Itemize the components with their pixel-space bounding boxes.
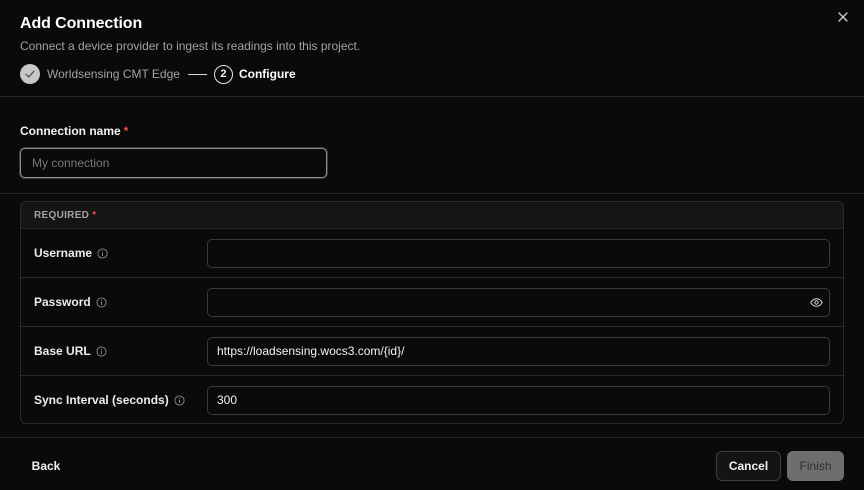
close-button[interactable] [834, 8, 852, 26]
add-connection-dialog: Add Connection Connect a device provider… [0, 0, 864, 490]
required-fields-panel: REQUIRED * Username Password Base URL ht… [20, 201, 844, 424]
connection-name-label-text: Connection name [20, 124, 121, 138]
step-connector [187, 73, 207, 75]
password-input[interactable] [207, 287, 830, 317]
info-icon[interactable] [97, 247, 108, 259]
step-1-indicator [20, 64, 40, 84]
eye-icon [809, 297, 823, 307]
username-row: Username [21, 229, 843, 278]
connection-name-label: Connection name * [20, 124, 128, 138]
step-2-indicator: 2 [213, 64, 233, 84]
step-1-label: Worldsensing CMT Edge [47, 67, 180, 81]
required-section-header: REQUIRED * [21, 202, 843, 229]
header-divider [0, 96, 864, 97]
base-url-input[interactable] [207, 336, 830, 366]
step-2-label: Configure [238, 67, 296, 81]
sync-interval-input[interactable] [207, 385, 830, 415]
base-url-label: Base URL [34, 344, 107, 358]
username-input[interactable] [207, 238, 830, 268]
check-icon [25, 70, 35, 78]
required-heading: REQUIRED [34, 209, 90, 221]
sync-interval-label: Sync Interval (seconds) [34, 393, 185, 407]
stepper: Worldsensing CMT Edge 2 Configure [20, 63, 296, 85]
cancel-button[interactable]: Cancel [716, 451, 781, 481]
finish-button[interactable]: Finish [787, 451, 844, 481]
password-label-text: Password [34, 295, 91, 309]
password-label: Password [34, 295, 107, 309]
sync-interval-row: Sync Interval (seconds) [21, 376, 843, 423]
info-icon[interactable] [96, 345, 107, 357]
footer-divider [0, 437, 864, 438]
info-icon[interactable] [96, 296, 107, 308]
sync-interval-label-text: Sync Interval (seconds) [34, 393, 169, 407]
required-marker: * [92, 209, 97, 221]
password-row: Password [21, 278, 843, 327]
required-marker: * [123, 124, 129, 138]
connection-name-input[interactable] [20, 148, 327, 178]
info-icon[interactable] [174, 394, 185, 406]
show-password-button[interactable] [808, 294, 824, 310]
section-divider [0, 193, 864, 194]
base-url-row: Base URL [21, 327, 843, 376]
close-icon [838, 12, 848, 22]
back-button[interactable]: Back [20, 451, 72, 481]
username-label-text: Username [34, 246, 93, 260]
dialog-subtitle: Connect a device provider to ingest its … [20, 39, 361, 53]
username-label: Username [34, 246, 108, 260]
base-url-label-text: Base URL [34, 344, 91, 358]
dialog-title: Add Connection [20, 15, 143, 32]
